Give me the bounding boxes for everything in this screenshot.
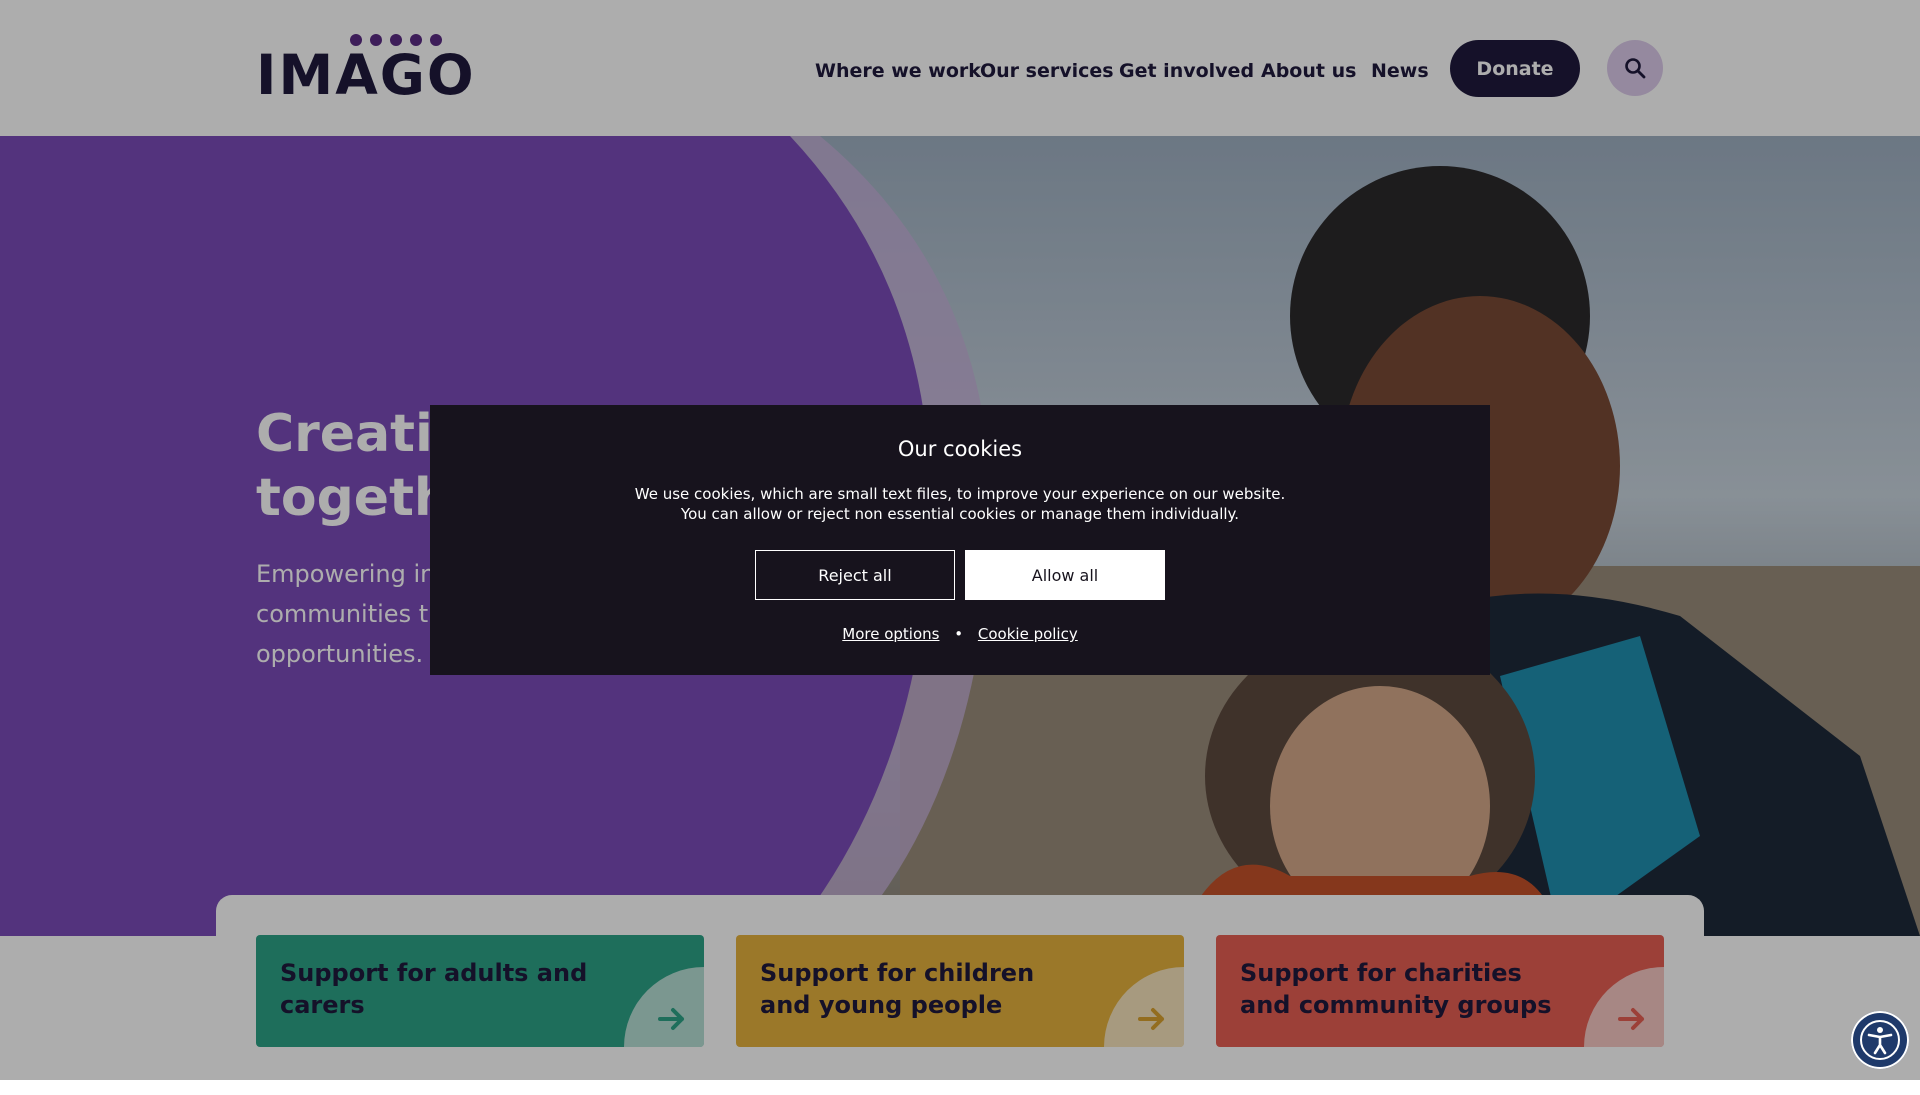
more-options-link[interactable]: More options [842, 625, 939, 643]
cookie-title: Our cookies [897, 437, 1023, 461]
accessibility-button[interactable] [1851, 1011, 1909, 1069]
cookie-text-line-1: We use cookies, which are small text fil… [634, 485, 1286, 503]
cookie-links: More options • Cookie policy [430, 624, 1490, 644]
accessibility-icon [1860, 1020, 1900, 1060]
cookie-description: We use cookies, which are small text fil… [430, 484, 1490, 524]
reject-all-button[interactable]: Reject all [755, 550, 955, 600]
cookie-policy-link[interactable]: Cookie policy [978, 625, 1078, 643]
link-separator: • [954, 625, 964, 643]
cookie-consent-dialog: Our cookies We use cookies, which are sm… [430, 405, 1490, 675]
cookie-text-line-2: You can allow or reject non essential co… [680, 505, 1240, 523]
allow-all-button[interactable]: Allow all [965, 550, 1165, 600]
